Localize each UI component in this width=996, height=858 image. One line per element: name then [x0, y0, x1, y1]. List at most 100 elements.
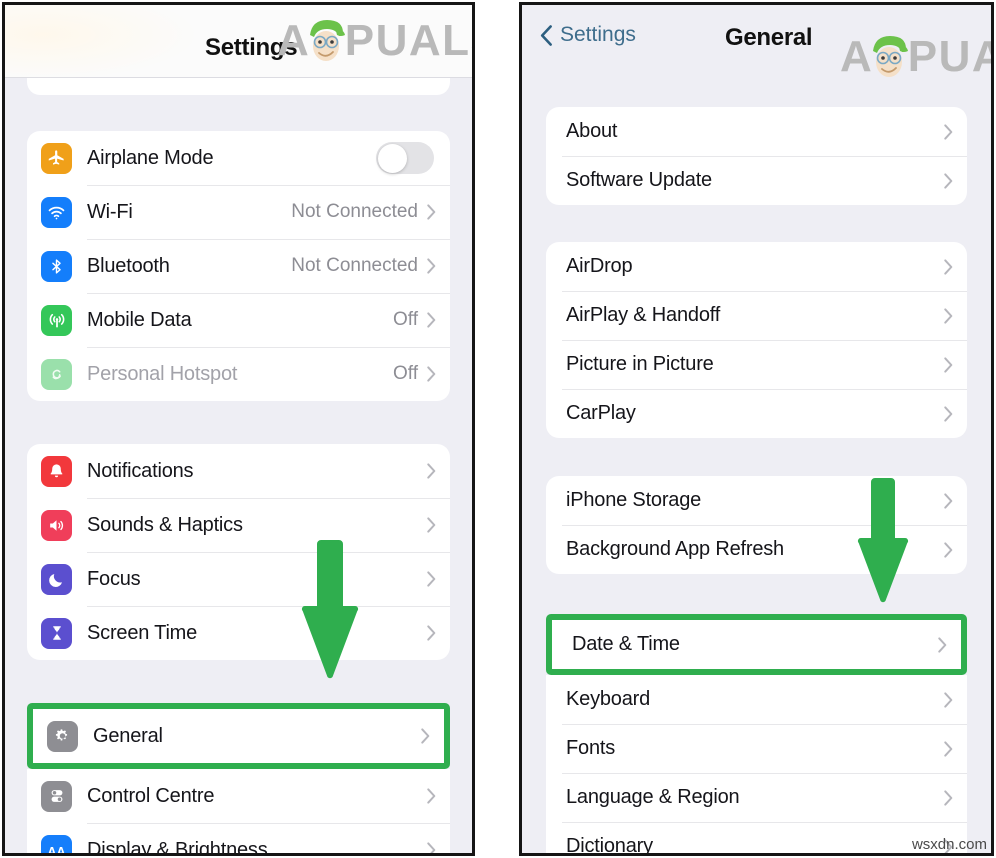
annotation-arrow-general: [295, 540, 365, 685]
chevron-right-icon: [944, 541, 953, 558]
sidebar-item-date-time[interactable]: Date & Time: [552, 620, 961, 669]
group-gap: [27, 660, 450, 703]
chevron-right-icon: [427, 204, 436, 220]
chevron-right-icon: [427, 625, 436, 641]
site-watermark: wsxdn.com: [911, 836, 987, 853]
screen-glare: [5, 5, 195, 79]
chevron-right-icon: [427, 312, 436, 328]
row-label: General: [93, 724, 163, 747]
row-label: AirPlay & Handoff: [566, 304, 721, 326]
row-label: Sounds & Haptics: [87, 513, 243, 536]
row-mobile-data[interactable]: Mobile Data Off: [27, 293, 450, 347]
row-fonts[interactable]: Fonts: [546, 724, 967, 773]
left-navbar: Settings A PUALS: [5, 5, 472, 79]
sidebar-item-general[interactable]: General: [33, 709, 444, 763]
annotation-arrow-date-time: [855, 478, 911, 609]
row-dictionary[interactable]: Dictionary: [546, 822, 967, 856]
date-time-highlight-box: Date & Time: [546, 614, 967, 675]
row-wifi[interactable]: Wi-Fi Not Connected: [27, 185, 450, 239]
row-screen-time[interactable]: Screen Time: [27, 606, 450, 660]
chevron-right-icon: [427, 842, 436, 853]
row-focus[interactable]: Focus: [27, 552, 450, 606]
group-gap: [546, 438, 967, 476]
row-label: Control Centre: [87, 784, 215, 807]
group-gap: [27, 95, 450, 131]
row-notifications[interactable]: Notifications: [27, 444, 450, 498]
row-display-brightness[interactable]: AA Display & Brightness: [27, 823, 450, 856]
row-label: Mobile Data: [87, 308, 192, 331]
row-label: Notifications: [87, 459, 194, 482]
row-label: Fonts: [566, 737, 616, 759]
row-label: Personal Hotspot: [87, 362, 238, 385]
row-keyboard[interactable]: Keyboard: [546, 675, 967, 724]
appuals-mascot-icon: [303, 17, 349, 65]
row-value: Not Connected: [291, 201, 418, 222]
logo-text-puals: PUALS: [344, 16, 472, 65]
chevron-right-icon: [427, 366, 436, 382]
chevron-right-icon: [421, 728, 430, 744]
general-group-connectivity: AirDrop AirPlay & Handoff Picture in Pic…: [546, 242, 967, 438]
row-label: CarPlay: [566, 402, 636, 424]
control-centre-icon: [41, 780, 72, 812]
speaker-icon: [41, 509, 72, 541]
row-airplane-mode[interactable]: Airplane Mode: [27, 131, 450, 185]
locale-rest-card: Keyboard Fonts Language & Region Diction…: [546, 675, 967, 856]
general-group-info: About Software Update: [546, 107, 967, 205]
back-to-settings-button[interactable]: Settings: [540, 23, 636, 47]
group-gap: [546, 205, 967, 242]
iphone-general-panel: Settings General A PU About Software Upd…: [519, 2, 994, 856]
bluetooth-icon: [41, 250, 72, 282]
row-language-region[interactable]: Language & Region: [546, 773, 967, 822]
row-sounds-haptics[interactable]: Sounds & Haptics: [27, 498, 450, 552]
hourglass-icon: [41, 617, 72, 649]
row-value: Off: [393, 363, 418, 384]
row-label: Dictionary: [566, 835, 653, 856]
row-label: Software Update: [566, 169, 712, 191]
row-label: About: [566, 120, 618, 142]
chevron-right-icon: [944, 740, 953, 757]
chevron-right-icon: [944, 172, 953, 189]
row-value: Not Connected: [291, 255, 418, 276]
svg-text:AA: AA: [47, 844, 65, 856]
row-carplay[interactable]: CarPlay: [546, 389, 967, 438]
row-about[interactable]: About: [546, 107, 967, 156]
general-settings-list[interactable]: About Software Update AirDrop AirPlay & …: [522, 85, 991, 856]
row-label: Screen Time: [87, 621, 198, 644]
aa-icon: AA: [41, 834, 72, 856]
row-airdrop[interactable]: AirDrop: [546, 242, 967, 291]
general-highlight-box: General: [27, 703, 450, 769]
settings-group-connectivity: Airplane Mode Wi-Fi Not Connected Blueto…: [27, 131, 450, 401]
row-label: Airplane Mode: [87, 146, 214, 169]
group-gap: [27, 401, 450, 444]
iphone-settings-panel: Settings A PUALS: [2, 2, 475, 856]
general-card: General: [33, 709, 444, 763]
logo-text-puals: PUALS: [907, 32, 991, 81]
row-personal-hotspot[interactable]: Personal Hotspot Off: [27, 347, 450, 401]
row-picture-in-picture[interactable]: Picture in Picture: [546, 340, 967, 389]
chevron-right-icon: [944, 356, 953, 373]
row-software-update[interactable]: Software Update: [546, 156, 967, 205]
chevron-right-icon: [944, 492, 953, 509]
date-time-card: Date & Time: [552, 620, 961, 669]
gear-icon: [47, 720, 78, 752]
bell-icon: [41, 455, 72, 487]
clipped-card-top: [27, 78, 450, 95]
airplane-mode-toggle[interactable]: [376, 142, 434, 174]
chevron-right-icon: [944, 307, 953, 324]
cellular-icon: [41, 304, 72, 336]
row-airplay-handoff[interactable]: AirPlay & Handoff: [546, 291, 967, 340]
row-bluetooth[interactable]: Bluetooth Not Connected: [27, 239, 450, 293]
row-label: Picture in Picture: [566, 353, 714, 375]
row-label: Display & Brightness: [87, 838, 268, 856]
chevron-right-icon: [944, 691, 953, 708]
chevron-right-icon: [944, 258, 953, 275]
chevron-right-icon: [427, 788, 436, 804]
wifi-icon: [41, 196, 72, 228]
row-control-centre[interactable]: Control Centre: [27, 769, 450, 823]
left-settings-list[interactable]: Airplane Mode Wi-Fi Not Connected Blueto…: [5, 78, 472, 856]
appuals-logo: A PUALS: [840, 32, 991, 81]
appuals-mascot-icon: [866, 33, 912, 81]
row-label: Focus: [87, 567, 141, 590]
screenshot-stage: Settings A PUALS: [0, 0, 996, 858]
settings-group-alerts: Notifications Sounds & Haptics Focus Scr…: [27, 444, 450, 660]
